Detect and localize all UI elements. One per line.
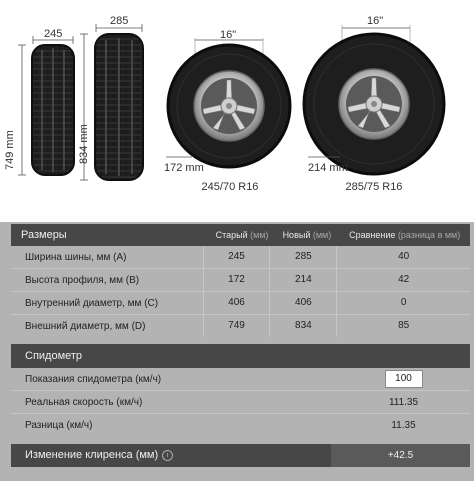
- sizes-title: Размеры: [21, 229, 67, 241]
- old-sidewall-label: 172 mm: [164, 162, 204, 174]
- speedometer-section: Спидометр Показания спидометра (км/ч) 10…: [11, 344, 470, 436]
- old-width-label: 245: [44, 28, 63, 40]
- row-label: Ширина шины, мм (A): [25, 251, 127, 263]
- clearance-label: Изменение клиренса (мм): [25, 449, 159, 461]
- table-row: Внешний диаметр, мм (D) 749 834 85: [11, 315, 470, 337]
- row-new: 834: [269, 315, 336, 337]
- row-old: 406: [202, 292, 270, 314]
- speed-diff-label: Разница (км/ч): [25, 419, 93, 431]
- clearance-row: Изменение клиренса (мм) i +42.5: [11, 444, 470, 467]
- table-row: Ширина шины, мм (A) 245 285 40: [11, 246, 470, 269]
- new-width-label: 285: [110, 15, 129, 27]
- col-new-header: Новый (мм): [282, 230, 332, 240]
- real-speed-label: Реальная скорость (км/ч): [25, 396, 143, 408]
- sizes-header: Размеры Старый (мм) Новый (мм) Сравнение…: [11, 224, 470, 246]
- col-compare-header: Сравнение (разница в мм): [349, 230, 461, 240]
- real-speed-value: 111.35: [388, 396, 419, 408]
- speedometer-reading-label: Показания спидометра (км/ч): [25, 373, 162, 385]
- row-new: 214: [269, 269, 336, 291]
- row-diff: 42: [336, 269, 470, 291]
- new-sidewall-label: 214 mm: [308, 162, 348, 174]
- row-new: 285: [269, 246, 336, 268]
- col-old-header: Старый (мм): [215, 230, 269, 240]
- old-wheel: [166, 38, 292, 169]
- row-label: Высота профиля, мм (B): [25, 274, 140, 286]
- row-new: 406: [269, 292, 336, 314]
- row-label: Внутренний диаметр, мм (C): [25, 297, 159, 309]
- row-diff: 40: [336, 246, 470, 268]
- info-icon[interactable]: i: [162, 450, 174, 461]
- speed-diff-value: 11.35: [391, 419, 416, 431]
- speedometer-reading-input[interactable]: 100: [384, 370, 423, 388]
- table-row: Внутренний диаметр, мм (C) 406 406 0: [11, 292, 470, 315]
- real-speed-row: Реальная скорость (км/ч) 111.35: [11, 391, 470, 414]
- row-old: 245: [202, 246, 270, 268]
- old-tire-size: 245/70 R16: [201, 181, 259, 193]
- new-wheel: [302, 25, 446, 176]
- speedometer-reading-row: Показания спидометра (км/ч) 100: [11, 368, 470, 391]
- speedometer-title: Спидометр: [11, 344, 470, 368]
- row-label: Внешний диаметр, мм (D): [25, 320, 146, 332]
- row-old: 749: [202, 315, 270, 337]
- sizes-table: Размеры Старый (мм) Новый (мм) Сравнение…: [11, 224, 470, 337]
- row-diff: 0: [336, 292, 470, 314]
- table-row: Высота профиля, мм (B) 172 214 42: [11, 269, 470, 292]
- clearance-value: +42.5: [331, 444, 470, 467]
- row-old: 172: [202, 269, 270, 291]
- new-rim-label: 16": [367, 15, 384, 27]
- old-rim-label: 16": [220, 29, 237, 41]
- speed-diff-row: Разница (км/ч) 11.35: [11, 414, 470, 436]
- new-diameter-label: 834 mm: [78, 124, 90, 164]
- new-tire-size: 285/75 R16: [345, 181, 403, 193]
- old-diameter-label: 749 mm: [4, 130, 16, 170]
- tire-diagram: 245 285 749 mm 834 mm 16" 16" 172 mm 214…: [0, 0, 474, 222]
- row-diff: 85: [336, 315, 470, 337]
